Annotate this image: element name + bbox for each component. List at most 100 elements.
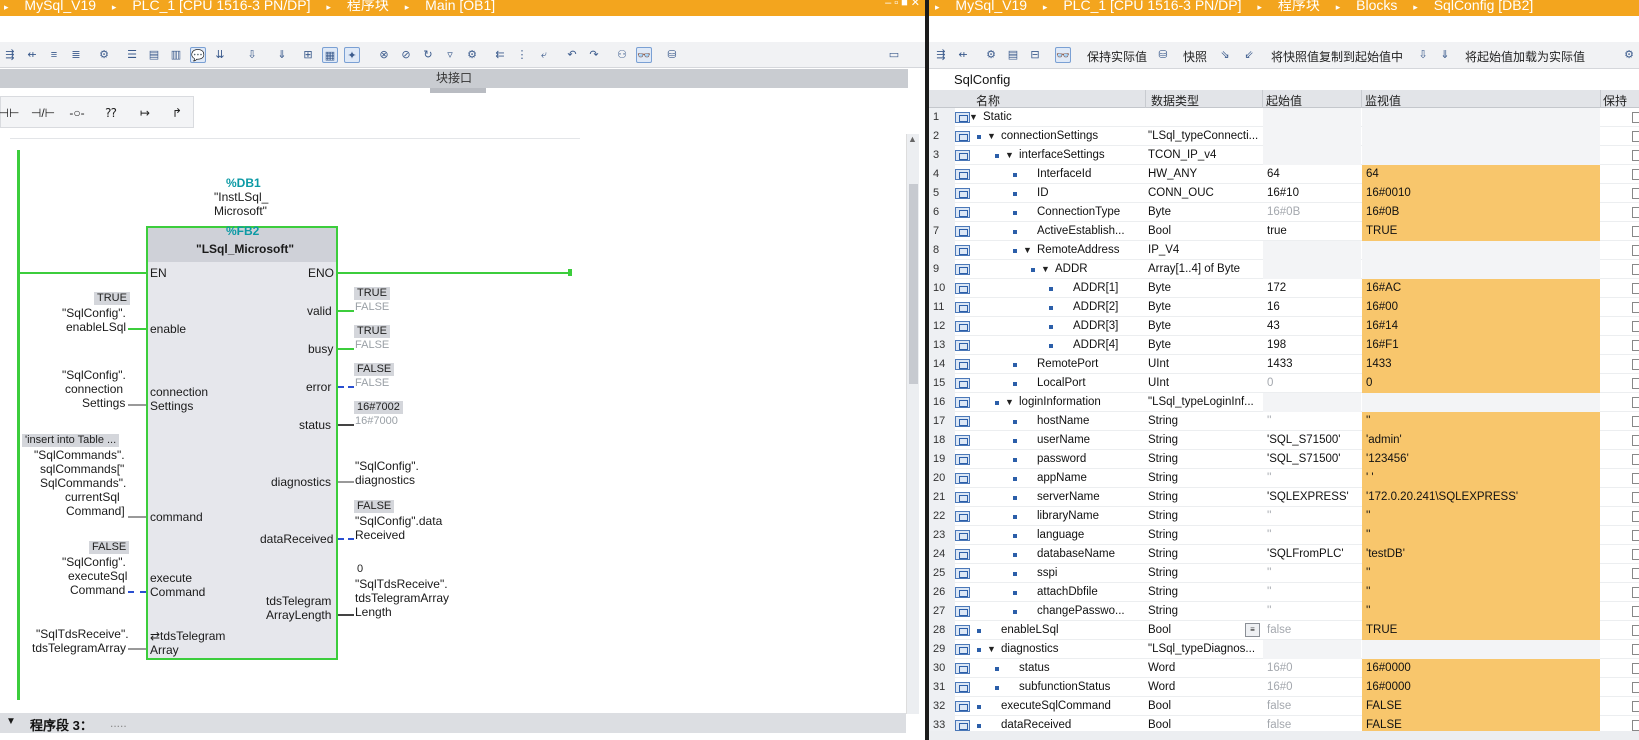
row-number[interactable]: 9 [929, 260, 955, 279]
retain-checkbox[interactable] [1632, 264, 1639, 275]
conn-operand-2[interactable]: connection [65, 382, 123, 396]
row-name[interactable]: changePasswo... [1037, 605, 1125, 617]
row-monitor-value[interactable]: 16#0000 [1362, 659, 1600, 678]
row-data-type[interactable]: Byte [1148, 320, 1262, 332]
redo-icon[interactable]: ↷ [586, 47, 602, 63]
instance-db-name-2[interactable]: Microsoft" [214, 204, 267, 218]
close-branch-button[interactable]: ↱ [163, 103, 191, 123]
row-monitor-value[interactable]: '' [1362, 507, 1600, 526]
column-separator[interactable] [1600, 90, 1601, 108]
coil-button[interactable]: -○- [63, 103, 91, 123]
row-number[interactable]: 31 [929, 678, 955, 697]
retain-checkbox[interactable] [1632, 587, 1639, 598]
row-data-type[interactable]: Bool [1148, 719, 1262, 731]
row-number[interactable]: 11 [929, 298, 955, 317]
row-monitor-value[interactable]: '' [1362, 526, 1600, 545]
enable-operand-2[interactable]: enableLSql [66, 320, 126, 334]
row-name[interactable]: RemotePort [1037, 358, 1098, 370]
execute-operand-2[interactable]: executeSql [68, 569, 127, 583]
row-name[interactable]: ADDR[1] [1073, 282, 1118, 294]
list-icon[interactable]: ⋮ [514, 47, 530, 63]
delete-network-icon[interactable]: ⇷ [24, 47, 40, 63]
retain-checkbox[interactable] [1632, 283, 1639, 294]
left-vertical-scrollbar[interactable]: ▲ [906, 134, 919, 714]
row-start-value[interactable]: 43 [1263, 317, 1361, 336]
row-number[interactable]: 13 [929, 336, 955, 355]
retain-checkbox[interactable] [1632, 302, 1639, 313]
table-row[interactable]: 10 ADDR[1] Byte 172 16#AC [929, 279, 1639, 298]
row-name[interactable]: libraryName [1037, 510, 1099, 522]
row-start-value[interactable]: false [1263, 621, 1361, 640]
row-data-type[interactable]: String [1148, 586, 1262, 598]
monitor-on-icon[interactable]: 👓 [636, 47, 652, 63]
breadcrumb-program-blocks[interactable]: 程序块 [1278, 0, 1320, 12]
database-icon[interactable]: ⛁ [664, 47, 680, 63]
row-start-value[interactable]: 172 [1263, 279, 1361, 298]
table-row[interactable]: 30 status Word 16#0 16#0000 [929, 659, 1639, 678]
row-data-type[interactable]: String [1148, 510, 1262, 522]
row-data-type[interactable]: String [1148, 453, 1262, 465]
row-data-type[interactable]: IP_V4 [1148, 244, 1262, 256]
row-name[interactable]: diagnostics [1001, 643, 1059, 655]
table-row[interactable]: 21 serverName String 'SQLEXPRESS' '172.0.20.… [929, 488, 1639, 507]
expand-triangle-icon[interactable]: ▼ [1005, 397, 1014, 407]
row-number[interactable]: 20 [929, 469, 955, 488]
table-row[interactable]: 1 ▼ Static [929, 108, 1639, 127]
row-number[interactable]: 1 [929, 108, 955, 127]
table-row[interactable]: 14 RemotePort UInt 1433 1433 [929, 355, 1639, 374]
row-number[interactable]: 14 [929, 355, 955, 374]
table-row[interactable]: 6 ConnectionType Byte 16#0B 16#0B [929, 203, 1639, 222]
table-row[interactable]: 2 ▼ connectionSettings "LSql_typeConnecti..… [929, 127, 1639, 146]
breadcrumb-program-blocks[interactable]: 程序块 [347, 0, 389, 12]
fb-name[interactable]: "LSql_Microsoft" [196, 242, 294, 256]
conn-operand-3[interactable]: Settings [82, 396, 125, 410]
row-data-type[interactable]: Byte [1148, 206, 1262, 218]
retain-checkbox[interactable] [1632, 644, 1639, 655]
row-data-type[interactable]: CONN_OUC [1148, 187, 1262, 199]
row-data-type[interactable]: String [1148, 605, 1262, 617]
expand-triangle-icon[interactable]: ▼ [1023, 245, 1032, 255]
row-data-type[interactable]: String [1148, 472, 1262, 484]
row-name[interactable]: loginInformation [1019, 396, 1101, 408]
row-monitor-value[interactable] [1362, 108, 1600, 127]
load-icon[interactable]: ⇩ [1415, 47, 1431, 63]
row-monitor-value[interactable]: 64 [1362, 165, 1600, 184]
row-name[interactable]: language [1037, 529, 1084, 541]
table-row[interactable]: 31 subfunctionStatus Word 16#0 16#0000 [929, 678, 1639, 697]
row-number[interactable]: 25 [929, 564, 955, 583]
row-name[interactable]: serverName [1037, 491, 1100, 503]
column-separator[interactable] [1145, 90, 1146, 108]
row-name[interactable]: status [1019, 662, 1050, 674]
table-row[interactable]: 23 language String '' '' [929, 526, 1639, 545]
retain-checkbox[interactable] [1632, 340, 1639, 351]
row-monitor-value[interactable]: TRUE [1362, 222, 1600, 241]
filter-icon[interactable]: ▿ [442, 47, 458, 63]
row-start-value[interactable]: 0 [1263, 374, 1361, 393]
table-row[interactable]: 13 ADDR[4] Byte 198 16#F1 [929, 336, 1639, 355]
row-name[interactable]: RemoteAddress [1037, 244, 1119, 256]
breakpoint-icon[interactable]: ⊗ [376, 47, 392, 63]
monitor-download-icon[interactable]: ⇩ [244, 47, 260, 63]
row-monitor-value[interactable]: 0 [1362, 374, 1600, 393]
reset-icon[interactable]: ⊟ [1027, 47, 1043, 63]
table-row[interactable]: 25 sspi String '' '' [929, 564, 1639, 583]
row-start-value[interactable]: 16#0 [1263, 678, 1361, 697]
tds-operand[interactable]: "SqlTdsReceive". [36, 627, 129, 641]
retain-checkbox[interactable] [1632, 492, 1639, 503]
copy-snapshot-to-start-button[interactable]: 将快照值复制到起始值中 [1271, 48, 1403, 65]
row-monitor-value[interactable] [1362, 393, 1600, 412]
command-operand-3[interactable]: SqlCommands". [40, 476, 126, 490]
row-data-type[interactable]: Byte [1148, 339, 1262, 351]
row-name[interactable]: sspi [1037, 567, 1057, 579]
row-name[interactable]: ConnectionType [1037, 206, 1120, 218]
row-monitor-value[interactable]: ' ' [1362, 469, 1600, 488]
table-row[interactable]: 15 LocalPort UInt 0 0 [929, 374, 1639, 393]
row-name[interactable]: ADDR[2] [1073, 301, 1118, 313]
step-icon[interactable]: ↻ [420, 47, 436, 63]
more-icon[interactable]: ⚙ [1621, 47, 1637, 63]
download-icon[interactable]: ⇓ [274, 47, 290, 63]
row-number[interactable]: 5 [929, 184, 955, 203]
retain-checkbox[interactable] [1632, 226, 1639, 237]
row-start-value[interactable]: true [1263, 222, 1361, 241]
row-data-type[interactable]: String [1148, 529, 1262, 541]
